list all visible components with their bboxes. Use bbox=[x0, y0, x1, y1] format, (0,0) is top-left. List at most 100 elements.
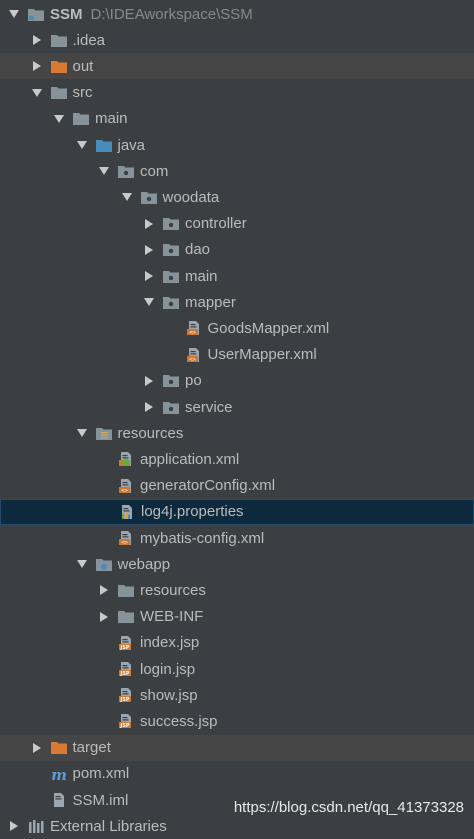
no-arrow bbox=[97, 479, 111, 493]
collapse-arrow-icon[interactable] bbox=[97, 164, 111, 178]
expand-arrow-icon[interactable] bbox=[30, 33, 44, 47]
expand-arrow-icon[interactable] bbox=[30, 59, 44, 73]
excluded-folder-icon bbox=[50, 58, 68, 74]
tree-item-label: main bbox=[185, 267, 218, 285]
tree-item-label: mapper bbox=[185, 293, 236, 311]
tree-item-mybatis-config-xml[interactable]: <> mybatis-config.xml bbox=[0, 525, 474, 551]
folder-icon bbox=[117, 609, 135, 625]
tree-item-mapper[interactable]: mapper bbox=[0, 289, 474, 315]
tree-item-usermapper-xml[interactable]: <> UserMapper.xml bbox=[0, 342, 474, 368]
collapse-arrow-icon[interactable] bbox=[7, 7, 21, 21]
tree-item-service[interactable]: service bbox=[0, 394, 474, 420]
jsp-file-icon: JSP bbox=[117, 635, 135, 651]
tree-item-goodsmapper-xml[interactable]: <> GoodsMapper.xml bbox=[0, 315, 474, 341]
tree-item-label: log4j.properties bbox=[141, 503, 244, 521]
tree-item-controller[interactable]: controller bbox=[0, 211, 474, 237]
expand-arrow-icon[interactable] bbox=[30, 741, 44, 755]
folder-icon bbox=[50, 32, 68, 48]
tree-item-resources[interactable]: resources bbox=[0, 420, 474, 446]
project-tree: SSM D:\IDEAworkspace\SSM .idea out src main ja… bbox=[0, 0, 474, 835]
tree-item-label: out bbox=[72, 57, 94, 75]
no-arrow bbox=[98, 505, 112, 519]
libraries-icon bbox=[27, 818, 45, 834]
svg-text:JSP: JSP bbox=[119, 645, 129, 651]
tree-item-generatorconfig-xml[interactable]: <> generatorConfig.xml bbox=[0, 473, 474, 499]
tree-item-label: po bbox=[185, 372, 202, 390]
no-arrow bbox=[30, 767, 44, 781]
expand-arrow-icon[interactable] bbox=[97, 583, 111, 597]
collapse-arrow-icon[interactable] bbox=[30, 86, 44, 100]
expand-arrow-icon[interactable] bbox=[97, 610, 111, 624]
expand-arrow-icon[interactable] bbox=[142, 217, 156, 231]
tree-item-label: WEB-INF bbox=[140, 608, 204, 626]
package-icon bbox=[162, 216, 180, 232]
tree-item-success-jsp[interactable]: JSP success.jsp bbox=[0, 708, 474, 734]
tree-item-index-jsp[interactable]: JSP index.jsp bbox=[0, 630, 474, 656]
tree-item-label: mybatis-config.xml bbox=[140, 529, 265, 547]
tree-item-label: application.xml bbox=[140, 450, 240, 468]
tree-item-login-jsp[interactable]: JSP login.jsp bbox=[0, 656, 474, 682]
tree-item-label: index.jsp bbox=[140, 634, 200, 652]
tree-item-label: generatorConfig.xml bbox=[140, 477, 276, 495]
source-folder-icon bbox=[95, 137, 113, 153]
svg-text:JSP: JSP bbox=[119, 697, 129, 703]
tree-item-resources[interactable]: resources bbox=[0, 577, 474, 603]
tree-item-label: SSM.iml bbox=[72, 791, 129, 809]
tree-item-idea[interactable]: .idea bbox=[0, 27, 474, 53]
collapse-arrow-icon[interactable] bbox=[52, 112, 66, 126]
no-arrow bbox=[30, 793, 44, 807]
tree-item-target[interactable]: target bbox=[0, 734, 474, 761]
folder-icon bbox=[50, 85, 68, 101]
xml-file-icon: <> bbox=[117, 478, 135, 494]
tree-item-po[interactable]: po bbox=[0, 368, 474, 394]
svg-text:<>: <> bbox=[189, 330, 196, 336]
expand-arrow-icon[interactable] bbox=[142, 374, 156, 388]
tree-item-main[interactable]: main bbox=[0, 263, 474, 289]
tree-item-main[interactable]: main bbox=[0, 106, 474, 132]
expand-arrow-icon[interactable] bbox=[142, 269, 156, 283]
web-folder-icon bbox=[95, 556, 113, 572]
tree-item-web-inf[interactable]: WEB-INF bbox=[0, 604, 474, 630]
expand-arrow-icon[interactable] bbox=[7, 819, 21, 833]
jsp-file-icon: JSP bbox=[117, 661, 135, 677]
svg-text:<>: <> bbox=[189, 357, 196, 363]
svg-text:m: m bbox=[51, 766, 67, 782]
tree-item-out[interactable]: out bbox=[0, 53, 474, 80]
expand-arrow-icon[interactable] bbox=[142, 243, 156, 257]
expand-arrow-icon[interactable] bbox=[142, 400, 156, 414]
tree-item-external-libraries[interactable]: External Libraries bbox=[0, 813, 474, 839]
tree-item-label: src bbox=[72, 84, 93, 102]
tree-item-log4j-properties[interactable]: log4j.properties bbox=[0, 498, 474, 525]
tree-item-woodata[interactable]: woodata bbox=[0, 184, 474, 210]
collapse-arrow-icon[interactable] bbox=[75, 557, 89, 571]
project-folder-icon bbox=[27, 6, 45, 22]
no-arrow bbox=[97, 688, 111, 702]
no-arrow bbox=[97, 714, 111, 728]
svg-text:JSP: JSP bbox=[119, 671, 129, 677]
package-icon bbox=[140, 189, 158, 205]
tree-item-webapp[interactable]: webapp bbox=[0, 551, 474, 577]
tree-item-application-xml[interactable]: application.xml bbox=[0, 446, 474, 472]
tree-item-show-jsp[interactable]: JSP show.jsp bbox=[0, 682, 474, 708]
tree-item-label: service bbox=[185, 398, 233, 416]
tree-item-java[interactable]: java bbox=[0, 132, 474, 158]
tree-item-ssm[interactable]: SSM D:\IDEAworkspace\SSM bbox=[0, 1, 474, 27]
resources-folder-icon bbox=[95, 425, 113, 441]
collapse-arrow-icon[interactable] bbox=[120, 190, 134, 204]
tree-item-label: SSM bbox=[50, 5, 83, 23]
tree-item-com[interactable]: com bbox=[0, 158, 474, 184]
excluded-folder-icon bbox=[50, 740, 68, 756]
xml-file-icon: <> bbox=[185, 347, 203, 363]
tree-item-label: target bbox=[72, 739, 111, 757]
tree-item-pom-xml[interactable]: m pom.xml bbox=[0, 761, 474, 787]
collapse-arrow-icon[interactable] bbox=[142, 295, 156, 309]
jsp-file-icon: JSP bbox=[117, 713, 135, 729]
collapse-arrow-icon[interactable] bbox=[75, 138, 89, 152]
tree-item-src[interactable]: src bbox=[0, 80, 474, 106]
no-arrow bbox=[165, 321, 179, 335]
tree-item-dao[interactable]: dao bbox=[0, 237, 474, 263]
tree-item-label: main bbox=[95, 110, 128, 128]
svg-text:JSP: JSP bbox=[119, 723, 129, 729]
no-arrow bbox=[97, 531, 111, 545]
collapse-arrow-icon[interactable] bbox=[75, 426, 89, 440]
